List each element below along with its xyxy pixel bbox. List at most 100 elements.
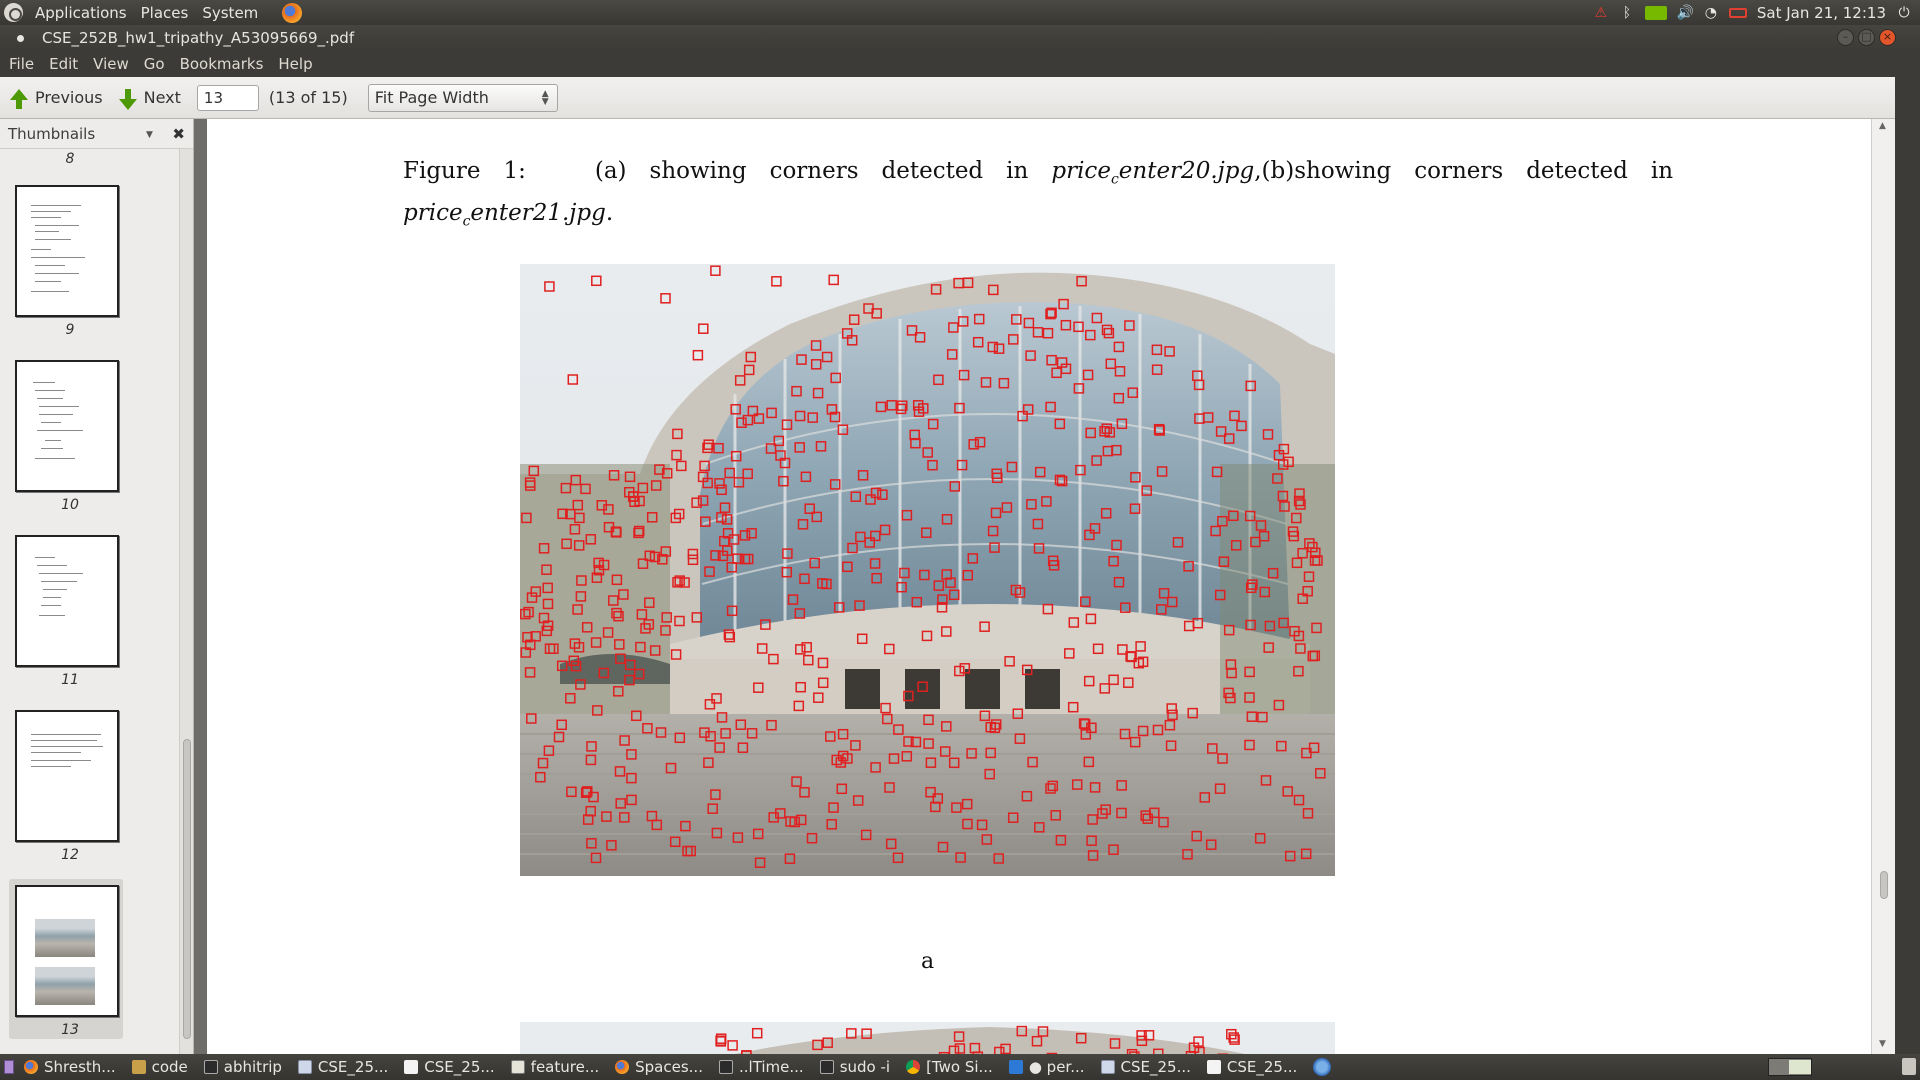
window-title-bar[interactable]: CSE_252B_hw1_tripathy_A53095669_.pdf – □… — [0, 25, 1920, 51]
task-item[interactable]: Shresth... — [24, 1058, 116, 1076]
ubuntu-logo-icon[interactable] — [4, 3, 23, 22]
task-item[interactable]: feature... — [510, 1058, 599, 1076]
panel-menus: Applications Places System — [31, 0, 280, 25]
nvidia-icon[interactable] — [1644, 5, 1667, 20]
task-item[interactable]: ..lTime... — [718, 1058, 804, 1076]
scroll-down-icon[interactable]: ▼ — [1879, 1039, 1886, 1049]
thumbnail-label-8: 8 — [65, 151, 75, 167]
task-item[interactable]: CSE_25... — [1206, 1058, 1297, 1076]
firefox-icon — [615, 1060, 630, 1074]
globe-icon[interactable] — [1313, 1058, 1332, 1076]
pdf-icon — [297, 1060, 312, 1074]
system-menu[interactable]: System — [202, 4, 258, 22]
thumbnail-page-12[interactable] — [15, 710, 119, 842]
minimize-button[interactable]: – — [1837, 29, 1854, 46]
bluetooth-icon[interactable]: ᛒ — [1619, 5, 1635, 21]
thumbnail-page-9[interactable] — [15, 185, 119, 317]
thumbnail-page-11[interactable] — [15, 535, 119, 667]
sidebar-scrollbar[interactable] — [179, 149, 193, 1054]
folder-icon — [131, 1060, 146, 1074]
sidebar-title[interactable]: Thumbnails — [8, 125, 95, 143]
caption-end: . — [605, 199, 614, 226]
maximize-button[interactable]: □ — [1858, 29, 1875, 46]
thumbnail-label-11: 11 — [61, 672, 79, 688]
caption-prefix: Figure 1: — [403, 158, 526, 184]
window-right-edge — [1895, 77, 1920, 1054]
thumbnail-page-13[interactable] — [15, 885, 119, 1017]
task-item[interactable]: sudo -i — [819, 1058, 890, 1076]
chrome-icon — [906, 1060, 921, 1074]
menu-bar: File Edit View Go Bookmarks Help — [0, 51, 1920, 77]
figure-corners-image-b — [520, 1022, 1335, 1054]
caption-part-a: (a) showing corners detected in — [594, 158, 1029, 184]
warning-icon[interactable]: ⚠ — [1593, 5, 1609, 21]
show-desktop-icon[interactable] — [4, 1060, 14, 1074]
zoom-select[interactable]: Fit Page Width ▲ ▼ — [367, 83, 558, 112]
workspace-switcher[interactable] — [1768, 1058, 1812, 1076]
menu-help[interactable]: Help — [278, 55, 312, 73]
menu-go[interactable]: Go — [144, 55, 165, 73]
battery-icon[interactable] — [1728, 7, 1747, 18]
firefox-icon — [24, 1060, 38, 1074]
power-icon[interactable]: ⏻ — [1896, 5, 1912, 21]
taskbar: Shresth... code abhitrip CSE_25... CSE_2… — [0, 1054, 1920, 1080]
firefox-launcher-icon[interactable] — [282, 2, 303, 23]
arrow-down-icon — [118, 89, 137, 110]
previous-button[interactable]: Previous — [10, 88, 103, 109]
current-workspace[interactable] — [1789, 1060, 1811, 1074]
thumbnail-label-10: 10 — [61, 497, 79, 513]
terminal-icon — [203, 1060, 218, 1074]
chevron-down-icon[interactable]: ▼ — [146, 130, 153, 140]
menu-bookmarks[interactable]: Bookmarks — [180, 55, 264, 73]
window-controls: – □ × — [1837, 29, 1896, 46]
clock[interactable]: Sat Jan 21, 12:13 — [1757, 4, 1886, 22]
wifi-icon[interactable]: ◔ — [1703, 5, 1719, 21]
document-view[interactable]: Figure 1: (a) showing corners detected i… — [194, 119, 1895, 1054]
figure-corners-image-a — [520, 264, 1335, 876]
task-item[interactable]: ● per... — [1008, 1058, 1085, 1076]
task-item[interactable]: [Two Si... — [906, 1058, 993, 1076]
subfigure-label: a — [921, 949, 935, 974]
scroll-up-icon[interactable]: ▲ — [1879, 121, 1886, 131]
thumbnail-page-10[interactable] — [15, 360, 119, 492]
text-editor-icon — [510, 1060, 525, 1074]
window-title: CSE_252B_hw1_tripathy_A53095669_.pdf — [42, 29, 355, 47]
menu-edit[interactable]: Edit — [49, 55, 78, 73]
document-scrollbar-thumb[interactable] — [1880, 871, 1888, 899]
task-item[interactable]: CSE_25... — [297, 1058, 388, 1076]
caption-part-b: ,(b)showing corners detected in — [1254, 158, 1674, 184]
page-count: (13 of 15) — [268, 88, 348, 107]
next-label: Next — [143, 88, 181, 107]
menu-view[interactable]: View — [93, 55, 129, 73]
task-item[interactable]: Spaces... — [615, 1058, 703, 1076]
system-tray: ⚠ ᛒ 🔊 ◔ Sat Jan 21, 12:13 ⏻ — [1593, 0, 1920, 25]
applications-menu[interactable]: Applications — [35, 4, 127, 22]
document-icon — [404, 1060, 419, 1074]
thumbnail-label-12: 12 — [61, 847, 79, 863]
places-menu[interactable]: Places — [141, 4, 189, 22]
window-menu-icon[interactable] — [17, 34, 24, 42]
task-item[interactable]: CSE_25... — [404, 1058, 495, 1076]
caption-file2: pricecenter21.jpg — [403, 199, 606, 230]
thumbnail-label-9: 9 — [65, 322, 75, 338]
volume-icon[interactable]: 🔊 — [1677, 5, 1694, 21]
thumbnail-list[interactable]: 8 9 10 11 12 13 — [0, 149, 180, 1054]
task-item[interactable]: abhitrip — [203, 1058, 282, 1076]
close-button[interactable]: × — [1879, 29, 1896, 46]
task-item[interactable]: code — [131, 1058, 188, 1076]
updown-icon: ▲ ▼ — [541, 88, 549, 107]
page-number-input[interactable] — [196, 84, 259, 111]
figure-caption: Figure 1: (a) showing corners detected i… — [403, 155, 1673, 238]
sidebar-scrollbar-thumb[interactable] — [183, 739, 191, 1039]
close-sidebar-icon[interactable]: ✖ — [172, 125, 185, 143]
top-panel: Applications Places System ⚠ ᛒ 🔊 ◔ Sat J… — [0, 0, 1920, 25]
next-button[interactable]: Next — [118, 88, 181, 110]
caption-file1: pricecenter20.jpg — [1051, 158, 1255, 188]
task-item[interactable]: CSE_25... — [1100, 1058, 1191, 1076]
previous-label: Previous — [35, 88, 103, 107]
thumbnail-label-13: 13 — [61, 1022, 79, 1038]
document-scrollbar[interactable]: ▲ ▼ — [1871, 119, 1895, 1054]
menu-file[interactable]: File — [9, 55, 34, 73]
trash-icon[interactable] — [1902, 1058, 1916, 1075]
mini-photo-b — [35, 967, 95, 1005]
